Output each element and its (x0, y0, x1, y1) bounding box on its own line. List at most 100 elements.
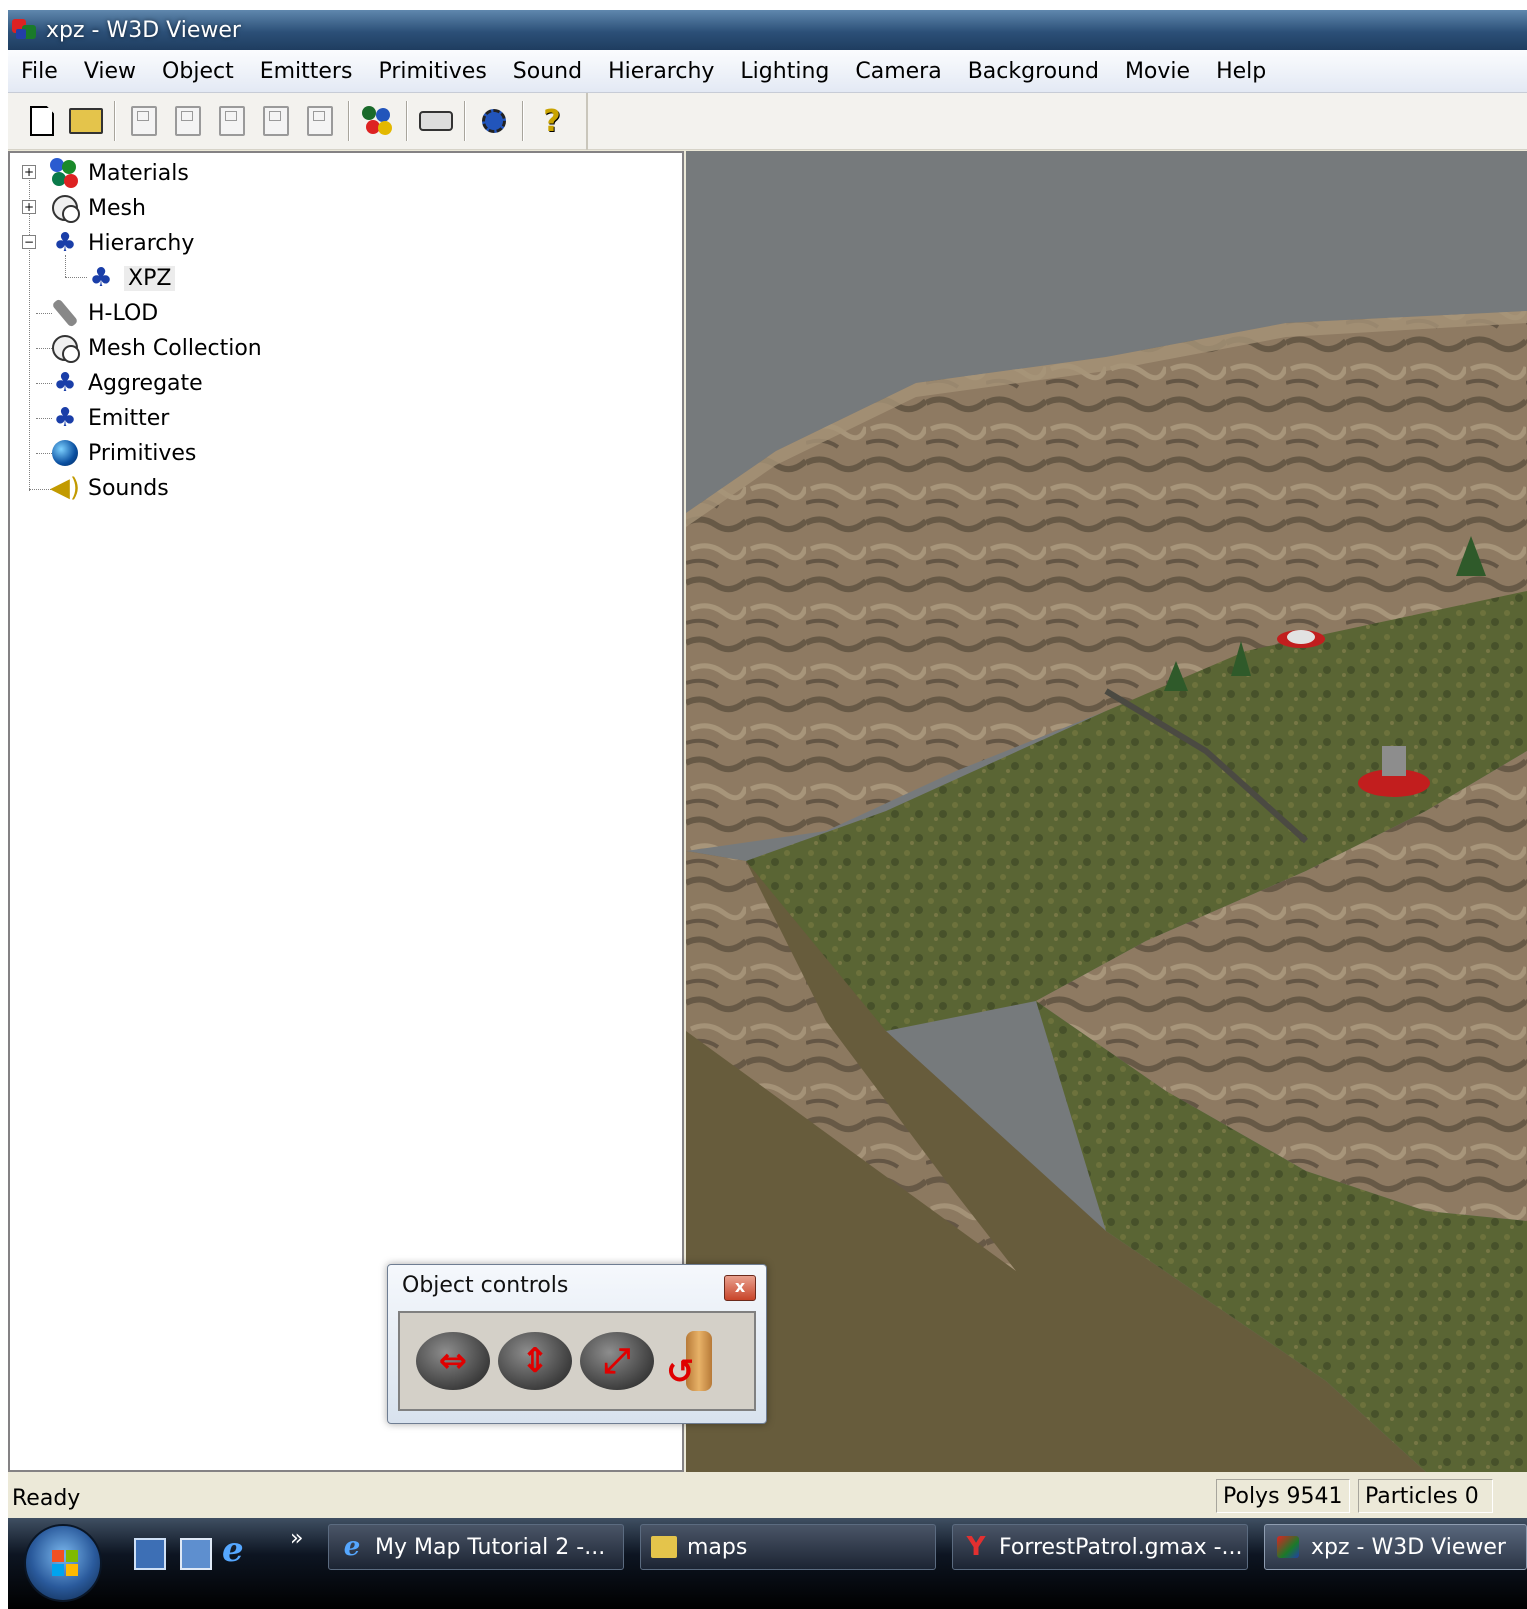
status-particles: Particles 0 (1358, 1479, 1493, 1513)
task-my-map-tutorial[interactable]: e My Map Tutorial 2 -... (328, 1524, 624, 1570)
tree-item-label: Emitter (88, 405, 170, 431)
menu-view[interactable]: View (71, 59, 149, 84)
task-label: maps (687, 1534, 748, 1560)
status-bar: Ready Polys 9541 Particles 0 (8, 1476, 1527, 1518)
lod-tool-icon (362, 106, 394, 136)
tree-item-materials[interactable]: Materials (48, 156, 189, 190)
new-file-button[interactable] (25, 102, 59, 140)
quicklaunch-more-icon[interactable]: » (290, 1526, 322, 1558)
arrow-diagonal-icon: ⤢ (603, 1341, 631, 1381)
tree-item-aggregate[interactable]: ♣ Aggregate (48, 366, 203, 400)
new-file-icon (30, 106, 54, 136)
add-object-button[interactable] (477, 102, 511, 140)
tree-item-xpz[interactable]: ♣ XPZ (84, 261, 176, 295)
app-window: xpz - W3D Viewer File View Object Emitte… (8, 10, 1527, 1609)
task-label: My Map Tutorial 2 -... (375, 1534, 606, 1560)
collapse-hierarchy[interactable]: − (22, 235, 36, 249)
task-label: ForrestPatrol.gmax -... (999, 1534, 1243, 1560)
menu-movie[interactable]: Movie (1112, 59, 1203, 84)
tree-item-label: H-LOD (88, 300, 159, 326)
add-object-icon (482, 109, 506, 133)
folder-icon (649, 1532, 679, 1562)
move-vertical-button[interactable]: ⇕ (498, 1332, 572, 1390)
rotate-button[interactable]: ↺ (662, 1326, 736, 1396)
tree-item-primitives[interactable]: Primitives (48, 436, 196, 470)
status-ready: Ready (12, 1486, 81, 1511)
help-button[interactable]: ? (535, 102, 569, 140)
start-button[interactable] (24, 1524, 102, 1602)
menu-help[interactable]: Help (1203, 59, 1279, 84)
arrow-up-down-icon: ⇕ (520, 1341, 550, 1381)
toolbar-separator (406, 101, 408, 141)
w3d-icon (1273, 1532, 1303, 1562)
terrain-render (686, 311, 1527, 1472)
ie-quicklaunch-icon[interactable]: e (222, 1530, 254, 1570)
tree-item-label: Aggregate (88, 370, 203, 396)
tree-item-emitter[interactable]: ♣ Emitter (48, 401, 169, 435)
tree-item-label: Hierarchy (88, 230, 195, 256)
save-button-1[interactable] (127, 102, 161, 140)
hierarchy-icon: ♣ (53, 403, 77, 433)
menu-background[interactable]: Background (955, 59, 1112, 84)
menu-file[interactable]: File (8, 59, 71, 84)
save-button-2[interactable] (171, 102, 205, 140)
disk-icon (175, 106, 201, 136)
3d-viewport[interactable] (686, 151, 1527, 1472)
rotate-arrow-icon: ↺ (666, 1352, 695, 1392)
tree-item-mesh[interactable]: Mesh (48, 191, 146, 225)
save-button-4[interactable] (259, 102, 293, 140)
open-folder-icon (69, 108, 103, 134)
expand-mesh[interactable]: + (22, 200, 36, 214)
speaker-icon: ◀) (49, 473, 81, 503)
toolbar-separator (114, 101, 116, 141)
object-controls-window[interactable]: Object controls x ⇔ ⇕ ⤢ ↺ (387, 1264, 767, 1424)
task-maps[interactable]: maps (640, 1524, 936, 1570)
show-desktop-icon[interactable] (134, 1538, 166, 1570)
disk-icon (219, 106, 245, 136)
close-button[interactable]: x (724, 1275, 756, 1301)
toolbar-end (586, 92, 588, 150)
task-forrest-patrol[interactable]: Y ForrestPatrol.gmax -... (952, 1524, 1248, 1570)
open-folder-button[interactable] (69, 102, 103, 140)
save-button-3[interactable] (215, 102, 249, 140)
tree-item-hierarchy[interactable]: ♣ Hierarchy (48, 226, 194, 260)
menu-primitives[interactable]: Primitives (365, 59, 499, 84)
tree-item-label: Sounds (88, 475, 169, 501)
keyboard-button[interactable] (419, 102, 453, 140)
tree-item-hlod[interactable]: H-LOD (48, 296, 158, 330)
title-bar[interactable]: xpz - W3D Viewer (8, 10, 1527, 50)
menu-lighting[interactable]: Lighting (727, 59, 842, 84)
move-horizontal-button[interactable]: ⇔ (416, 1332, 490, 1390)
object-controls-title: Object controls (402, 1273, 569, 1298)
gmax-icon: Y (966, 1532, 986, 1562)
hierarchy-icon: ♣ (53, 228, 77, 258)
menu-object[interactable]: Object (149, 59, 247, 84)
menu-bar: File View Object Emitters Primitives Sou… (8, 50, 1527, 93)
menu-sound[interactable]: Sound (500, 59, 595, 84)
menu-emitters[interactable]: Emitters (247, 59, 366, 84)
w3d-app-icon (12, 17, 38, 43)
save-button-5[interactable] (303, 102, 337, 140)
toolbar-separator (464, 101, 466, 141)
task-label: xpz - W3D Viewer (1311, 1534, 1506, 1560)
switch-windows-icon[interactable] (180, 1538, 212, 1570)
tree-item-label: Mesh Collection (88, 335, 262, 361)
menu-camera[interactable]: Camera (842, 59, 954, 84)
unit-structure (1382, 746, 1406, 776)
materials-icon (48, 157, 82, 189)
hierarchy-icon: ♣ (89, 263, 113, 293)
tree-item-mesh-collection[interactable]: Mesh Collection (48, 331, 262, 365)
task-w3d-viewer[interactable]: xpz - W3D Viewer (1264, 1524, 1527, 1570)
tree-item-sounds[interactable]: ◀) Sounds (48, 471, 169, 505)
move-diagonal-button[interactable]: ⤢ (580, 1332, 654, 1390)
mesh-icon (48, 332, 82, 364)
window-title: xpz - W3D Viewer (46, 17, 241, 43)
menu-hierarchy[interactable]: Hierarchy (595, 59, 727, 84)
tree-item-label: Materials (88, 160, 189, 186)
lod-tool-button[interactable] (361, 102, 395, 140)
expand-materials[interactable]: + (22, 165, 36, 179)
help-icon: ? (543, 103, 561, 139)
toolbar-separator (348, 101, 350, 141)
tree-connector (29, 173, 30, 491)
ie-icon: e (343, 1532, 361, 1562)
